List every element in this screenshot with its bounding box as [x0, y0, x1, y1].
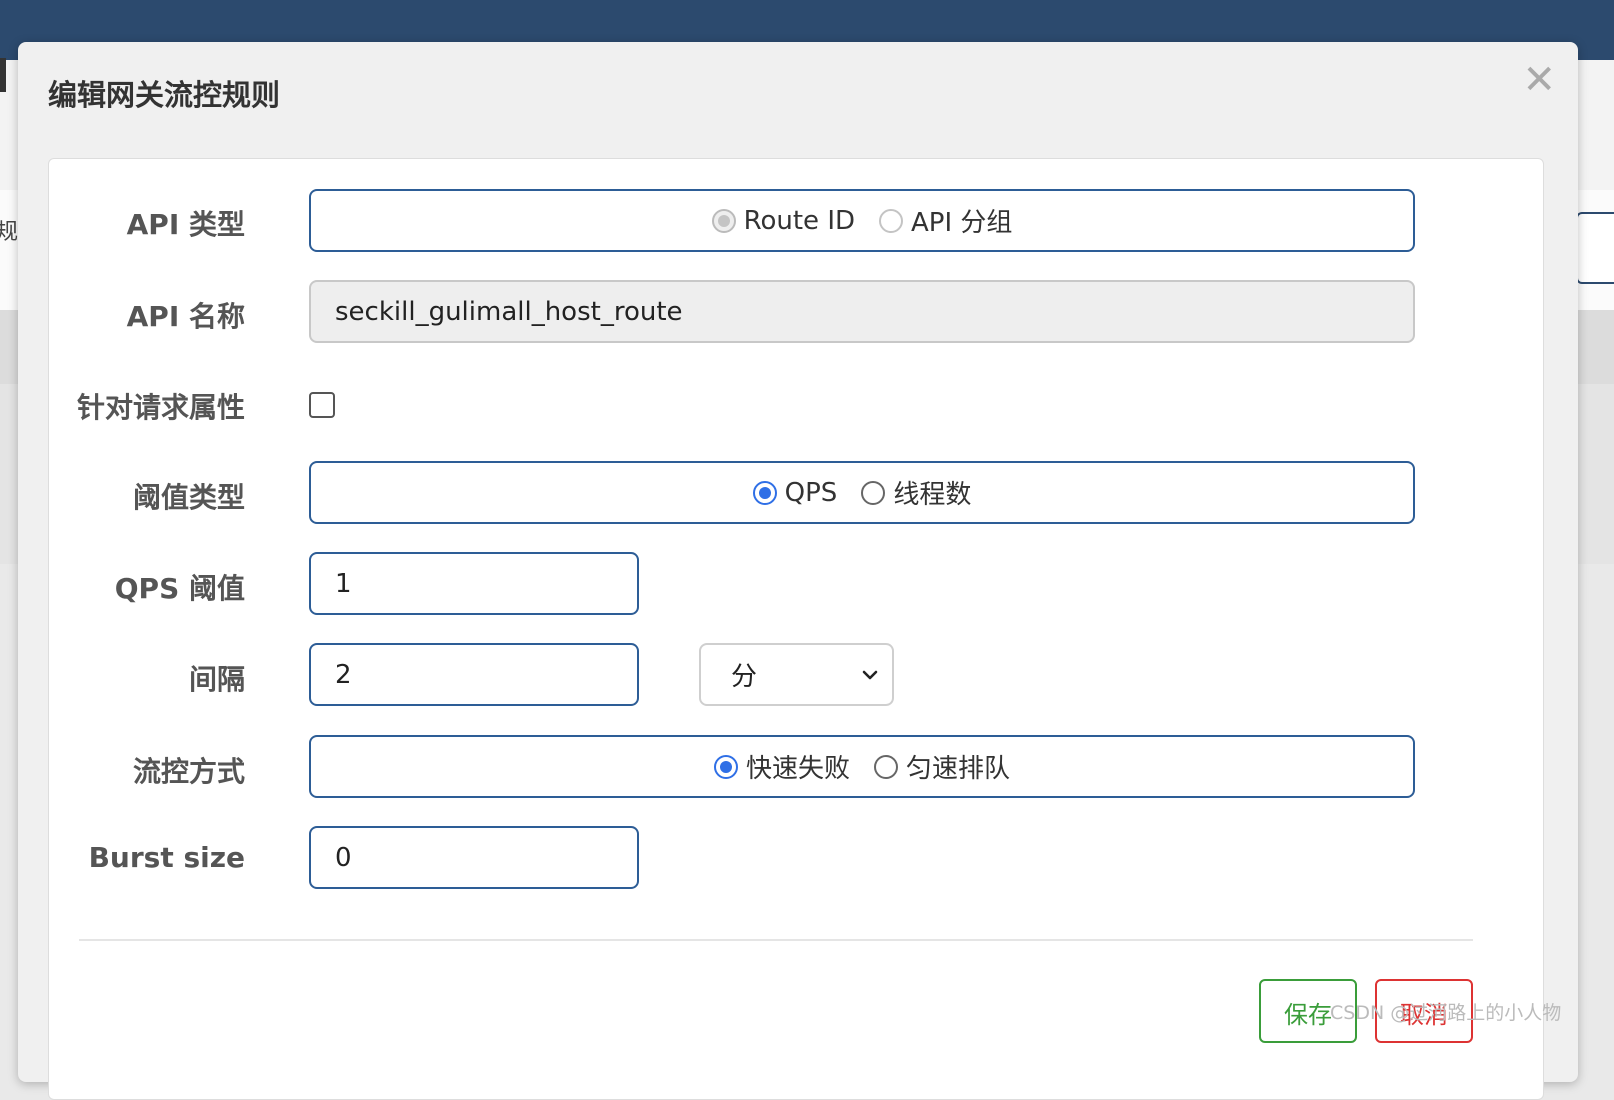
control-behavior-radio-group: 快速失败 匀速排队	[309, 735, 1415, 798]
radio-fast-fail[interactable]: 快速失败	[713, 748, 850, 785]
footer-divider	[79, 939, 1473, 941]
qps-threshold-value: 1	[335, 568, 352, 599]
interval-unit-value: 分	[731, 662, 758, 692]
radio-qps-label: QPS	[784, 477, 838, 508]
radio-api-group-control[interactable]	[879, 208, 904, 233]
dialog-title: 编辑网关流控规则	[48, 78, 281, 112]
radio-queueing[interactable]: 匀速排队	[874, 748, 1010, 785]
burst-size-label: Burst size	[88, 841, 245, 874]
interval-value: 2	[335, 659, 352, 690]
background-logo-fragment	[0, 58, 6, 92]
request-attribute-label: 针对请求属性	[76, 391, 245, 424]
radio-thread-count-label: 线程数	[893, 480, 972, 510]
radio-queueing-control[interactable]	[874, 754, 898, 779]
chevron-down-icon	[862, 670, 878, 679]
radio-thread-count[interactable]: 线程数	[861, 474, 971, 511]
interval-input[interactable]: 2	[309, 643, 639, 706]
radio-api-group[interactable]: API 分组	[879, 202, 1012, 239]
api-name-label: API 名称	[126, 300, 245, 333]
interval-label: 间隔	[188, 663, 245, 696]
threshold-type-label: 阈值类型	[132, 481, 245, 514]
qps-threshold-label: QPS 阈值	[114, 572, 245, 605]
form-panel: API 类型 Route ID API 分组 API 名称 seckill_gu…	[48, 158, 1544, 1100]
edit-gateway-flow-rule-dialog: 编辑网关流控规则 ✕ API 类型 Route ID API 分组 API 名称…	[18, 42, 1578, 1100]
burst-size-value: 0	[335, 842, 352, 873]
request-attribute-checkbox[interactable]	[309, 392, 335, 418]
radio-thread-count-control[interactable]	[861, 480, 886, 505]
close-icon[interactable]: ✕	[1522, 60, 1556, 100]
threshold-type-radio-group: QPS 线程数	[309, 461, 1415, 524]
qps-threshold-input[interactable]: 1	[309, 552, 639, 615]
burst-size-input[interactable]: 0	[309, 826, 639, 889]
radio-qps-control[interactable]	[752, 480, 777, 505]
radio-fast-fail-label: 快速失败	[745, 754, 850, 784]
radio-api-group-label: API 分组	[911, 208, 1013, 238]
api-name-input[interactable]: seckill_gulimall_host_route	[309, 280, 1415, 343]
radio-qps[interactable]: QPS	[752, 477, 838, 508]
api-type-label: API 类型	[126, 208, 245, 241]
radio-route-id-control[interactable]	[711, 208, 736, 233]
api-type-radio-group: Route ID API 分组	[309, 189, 1415, 252]
interval-unit-select[interactable]: 分	[699, 643, 894, 706]
watermark-text: CSDN @过河路上的小人物	[1330, 1002, 1562, 1024]
control-behavior-label: 流控方式	[132, 755, 245, 788]
api-name-value: seckill_gulimall_host_route	[335, 296, 683, 327]
radio-queueing-label: 匀速排队	[906, 754, 1011, 784]
radio-route-id-label: Route ID	[743, 205, 856, 236]
background-button-fragment	[1576, 212, 1614, 284]
radio-fast-fail-control[interactable]	[713, 754, 738, 779]
background-text-fragment: 规	[0, 220, 19, 245]
radio-route-id[interactable]: Route ID	[711, 205, 856, 236]
